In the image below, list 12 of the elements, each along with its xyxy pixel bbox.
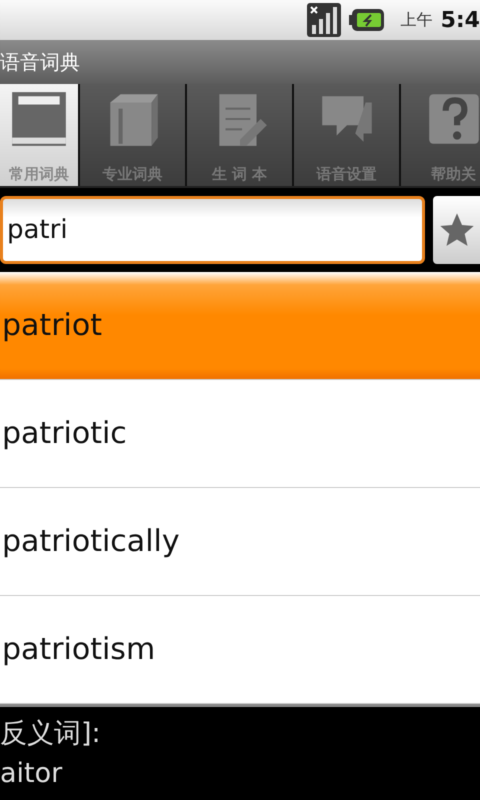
signal-icon <box>306 3 341 37</box>
detail-text: aitor <box>0 757 64 791</box>
time-period: 上午 <box>400 10 433 30</box>
word-list-item[interactable]: patriotically <box>0 488 480 596</box>
detail-heading: 反义词]: <box>0 717 102 751</box>
battery-icon <box>348 8 385 32</box>
search-field[interactable]: patri <box>0 196 425 264</box>
window-title: 语音词典 <box>0 48 80 76</box>
word-list-item[interactable]: patriotic <box>0 380 480 488</box>
clock-time: 5:4 <box>440 8 480 32</box>
word-list-item[interactable]: patriot <box>0 272 480 380</box>
favorite-button[interactable] <box>433 196 480 264</box>
